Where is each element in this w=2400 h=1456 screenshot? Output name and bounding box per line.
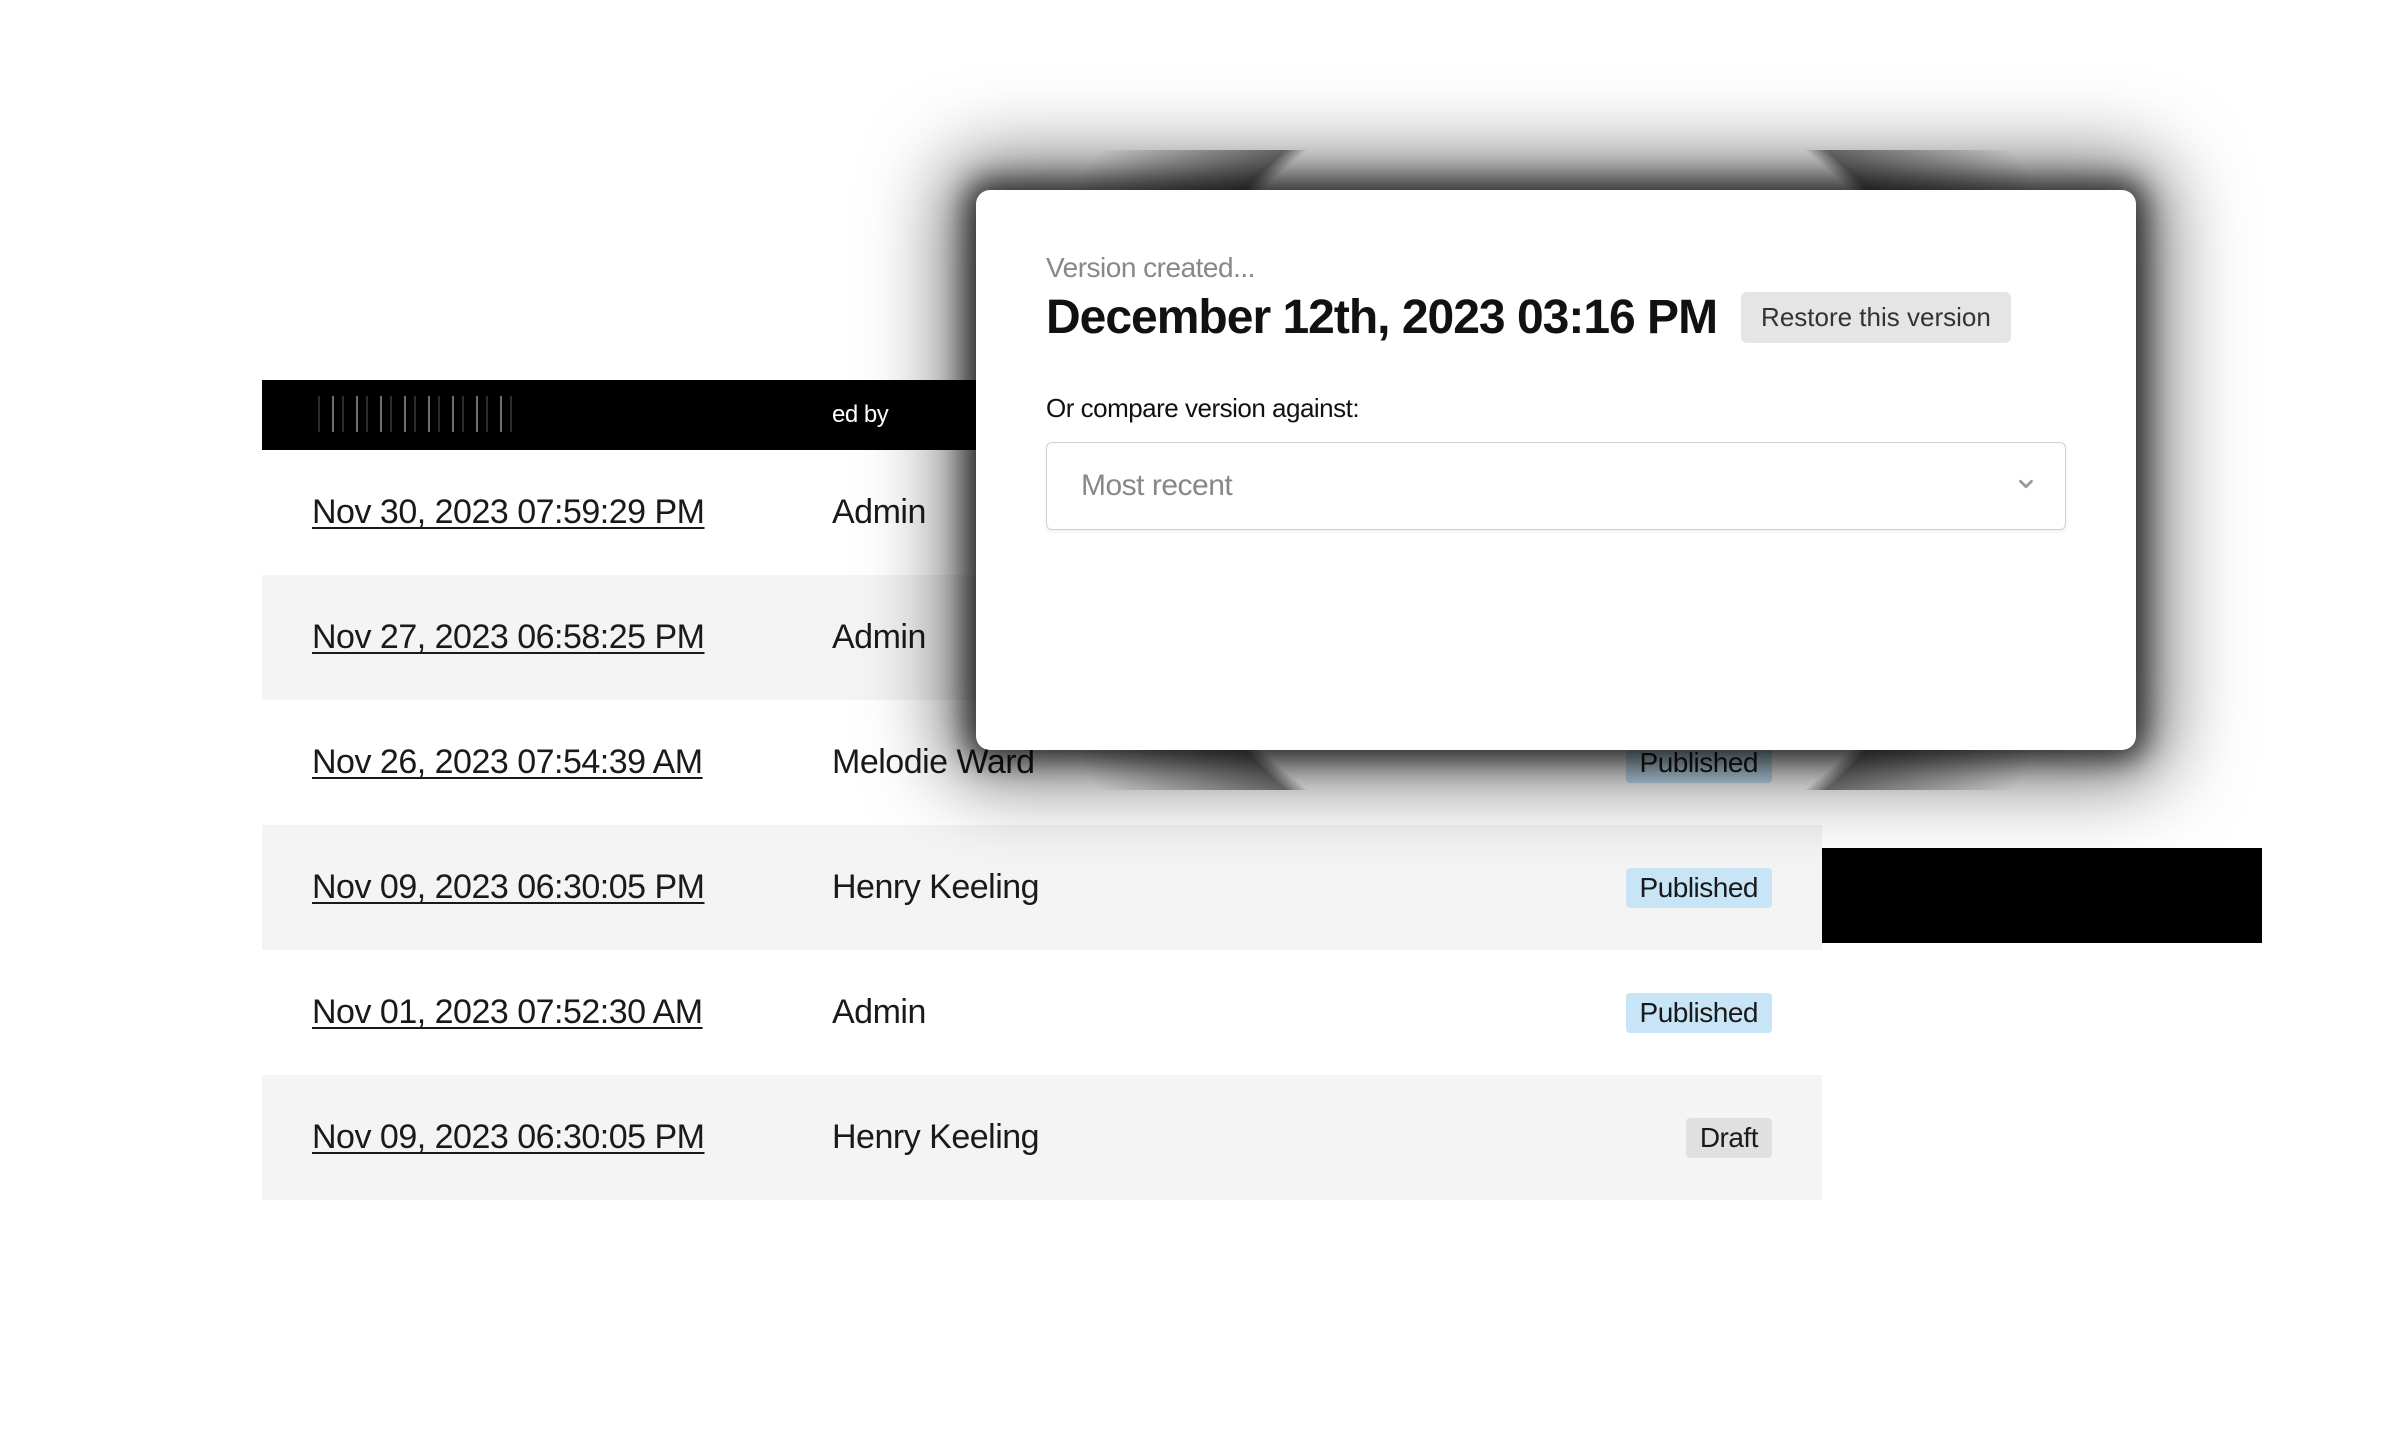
restore-version-button[interactable]: Restore this version [1741,292,2011,343]
header-redaction [310,396,520,432]
version-author: Admin [832,993,1572,1032]
version-date-link[interactable]: Nov 09, 2023 06:30:05 PM [312,1118,705,1156]
version-date-link[interactable]: Nov 01, 2023 07:52:30 AM [312,993,703,1031]
panel-title: December 12th, 2023 03:16 PM [1046,290,1717,345]
version-date-link[interactable]: Nov 27, 2023 06:58:25 PM [312,618,705,656]
decorative-black-strip [1822,848,2262,943]
table-row: Nov 01, 2023 07:52:30 AM Admin Published [262,950,1822,1075]
compare-label: Or compare version against: [1046,393,2066,424]
table-row: Nov 09, 2023 06:30:05 PM Henry Keeling Dra… [262,1075,1822,1200]
version-date-link[interactable]: Nov 30, 2023 07:59:29 PM [312,493,705,531]
status-badge: Published [1626,993,1772,1033]
table-row: Nov 09, 2023 06:30:05 PM Henry Keeling Pub… [262,825,1822,950]
version-author: Henry Keeling [832,1118,1572,1157]
version-panel: Version created... December 12th, 2023 0… [976,190,2136,750]
version-date-link[interactable]: Nov 09, 2023 06:30:05 PM [312,868,705,906]
status-badge: Draft [1686,1118,1772,1158]
compare-dropdown[interactable]: Most recent [1046,442,2066,530]
version-date-link[interactable]: Nov 26, 2023 07:54:39 AM [312,743,703,781]
compare-dropdown-selected: Most recent [1081,469,1232,503]
status-badge: Published [1626,868,1772,908]
chevron-down-icon [2015,469,2037,503]
panel-eyebrow: Version created... [1046,252,2066,284]
version-author: Henry Keeling [832,868,1572,907]
